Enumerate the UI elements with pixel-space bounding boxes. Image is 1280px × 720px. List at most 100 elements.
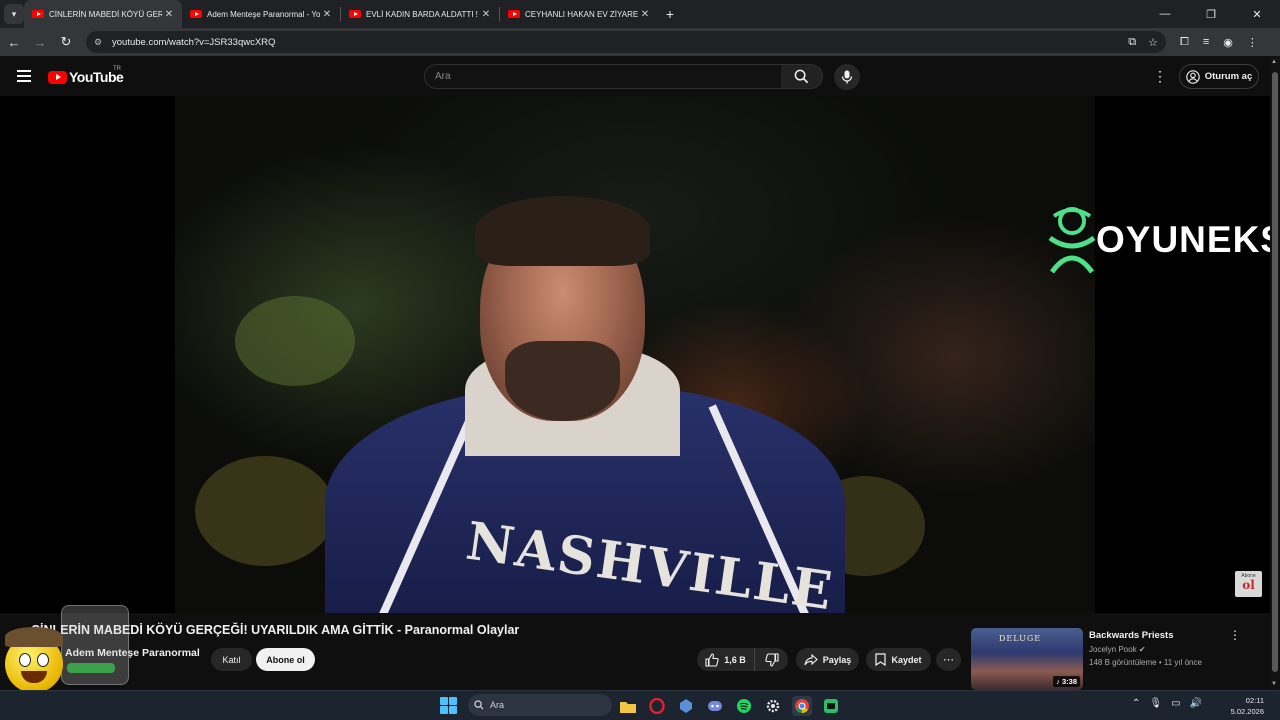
microphone-tray-icon[interactable]: 🎙: [1149, 698, 1162, 709]
search-icon: [794, 69, 809, 84]
app-green-icon[interactable]: [821, 696, 841, 716]
network-icon[interactable]: ▭: [1171, 698, 1180, 709]
emoji-eye: [19, 653, 31, 667]
settings-menu-icon[interactable]: ⋮: [1152, 68, 1168, 85]
youtube-header: YouTube TR Ara ⋮ Oturum aç: [0, 56, 1270, 96]
emoji-hat: [5, 627, 63, 647]
scrollbar-thumb[interactable]: [1272, 72, 1278, 672]
subscribe-watermark-button[interactable]: Abone ol: [1235, 571, 1262, 597]
tab-adem-mentese[interactable]: Adem Menteşe Paranormal - Yo ✕: [182, 0, 340, 28]
tab-title: CEYHANLI HAKAN EV ZİYARETİ: [525, 9, 638, 19]
close-window-icon[interactable]: ✕: [1234, 0, 1280, 28]
browser-tab-strip: ▾ CİNLERİN MABEDİ KÖYÜ GERÇ ✕ Adem Mente…: [0, 0, 1280, 28]
site-info-icon[interactable]: ⚙: [94, 37, 106, 48]
clock-date: 5.02.2026: [1230, 707, 1264, 716]
window-controls: — ❐ ✕: [1142, 0, 1280, 28]
windows-start-icon[interactable]: [440, 697, 457, 714]
app-icon[interactable]: [676, 696, 696, 716]
microphone-icon: [841, 70, 853, 84]
settings-gear-icon[interactable]: [763, 696, 783, 716]
file-explorer-icon[interactable]: [618, 696, 638, 716]
new-tab-icon[interactable]: +: [658, 6, 682, 22]
save-button[interactable]: Kaydet: [866, 648, 931, 671]
url-text: youtube.com/watch?v=JSR33qwcXRQ: [112, 36, 276, 48]
youtube-logo[interactable]: YouTube TR: [48, 66, 124, 85]
search-placeholder: Ara: [435, 71, 451, 82]
spotify-icon[interactable]: [734, 696, 754, 716]
taskbar-search[interactable]: Ara: [468, 694, 612, 716]
tab-evli-kadin[interactable]: EVLİ KADIN BARDA ALDATTI ! ✕: [341, 0, 499, 28]
duration-text: 3:38: [1061, 677, 1077, 686]
sign-in-button[interactable]: Oturum aç: [1179, 64, 1259, 89]
oyuneks-logo-icon: [1048, 207, 1096, 274]
voice-search-button[interactable]: [834, 64, 860, 90]
url-field[interactable]: ⚙ youtube.com/watch?v=JSR33qwcXRQ ⧉ ☆: [86, 31, 1166, 53]
thumbnail-text: DELUGE: [999, 634, 1042, 643]
opera-icon[interactable]: [647, 696, 667, 716]
browser-menu-icon[interactable]: ⋮: [1247, 36, 1258, 49]
tab-title: Adem Menteşe Paranormal - Yo: [207, 9, 320, 19]
volume-icon[interactable]: 🔊: [1190, 698, 1202, 709]
minimize-icon[interactable]: —: [1142, 0, 1188, 28]
more-actions-button[interactable]: ⋯: [936, 648, 961, 671]
tab-title: EVLİ KADIN BARDA ALDATTI !: [366, 9, 478, 19]
tab-close-icon[interactable]: ✕: [162, 9, 176, 20]
share-label: Paylaş: [822, 654, 852, 665]
dislike-button[interactable]: [755, 648, 788, 671]
save-label: Kaydet: [891, 654, 922, 665]
video-frame: NASHVILLE: [175, 96, 1095, 613]
forward-icon[interactable]: →: [28, 30, 52, 54]
youtube-favicon-icon: [349, 10, 361, 18]
back-icon[interactable]: ←: [2, 30, 26, 54]
taskbar-clock[interactable]: 02:11 5.02.2026: [1231, 695, 1264, 717]
foliage: [235, 296, 355, 386]
recommended-title[interactable]: Backwards Priests: [1089, 630, 1174, 641]
menu-icon[interactable]: [17, 70, 31, 82]
search-icon: [474, 700, 484, 710]
like-dislike-group: 1,6 B: [697, 648, 788, 671]
tab-ceyhanli-hakan[interactable]: CEYHANLI HAKAN EV ZİYARETİ ✕: [500, 0, 658, 28]
chrome-icon[interactable]: [792, 696, 812, 716]
tab-close-icon[interactable]: ✕: [638, 9, 652, 20]
cast-icon[interactable]: ⧉: [1128, 36, 1136, 49]
share-button[interactable]: Paylaş: [796, 648, 859, 671]
restore-icon[interactable]: ❐: [1188, 0, 1234, 28]
tab-close-icon[interactable]: ✕: [320, 9, 334, 20]
search-button[interactable]: [781, 64, 823, 89]
recommended-thumbnail[interactable]: DELUGE ♪ 3:38: [971, 628, 1083, 690]
taskbar: Ara ⌃ 🎙 ▭ 🔊 02:11 5.02.2026: [0, 690, 1280, 720]
tray-expand-icon[interactable]: ⌃: [1132, 698, 1140, 709]
recommended-menu-icon[interactable]: ⋮: [1229, 628, 1241, 642]
omnibox-actions: ⧉ ☆: [1128, 31, 1158, 53]
subscribe-button[interactable]: Abone ol: [256, 648, 315, 671]
search-input[interactable]: Ara: [424, 64, 782, 89]
channel-watermark: OYUNEKS: [1048, 206, 1270, 274]
clock-time: 02:11: [1245, 696, 1264, 705]
video-player[interactable]: NASHVILLE OYUNEKS Abone ol: [0, 96, 1270, 613]
profile-icon[interactable]: ◉: [1223, 36, 1233, 49]
extensions-icon[interactable]: ⧠: [1180, 36, 1189, 49]
tab-close-icon[interactable]: ✕: [479, 9, 493, 20]
recommended-video[interactable]: DELUGE ♪ 3:38 Backwards Priests Jocelyn …: [971, 628, 1261, 690]
scroll-up-icon[interactable]: ▲: [1271, 59, 1277, 65]
taskbar-search-placeholder: Ara: [490, 700, 505, 710]
address-bar-row: ← → ↻ ⚙ youtube.com/watch?v=JSR33qwcXRQ …: [0, 28, 1280, 56]
page-scrollbar[interactable]: ▲ ▼: [1270, 56, 1280, 690]
bookmark-star-icon[interactable]: ☆: [1148, 36, 1158, 49]
reload-icon[interactable]: ↻: [54, 30, 78, 54]
discord-icon[interactable]: [705, 696, 725, 716]
bookmark-icon: [875, 653, 887, 666]
country-code: TR: [113, 66, 121, 72]
like-button[interactable]: 1,6 B: [697, 648, 755, 671]
reading-list-icon[interactable]: ≡: [1203, 36, 1209, 48]
recommended-channel-name: Jocelyn Pook: [1089, 645, 1137, 654]
account-icon: [1185, 69, 1200, 84]
tab-title: CİNLERİN MABEDİ KÖYÜ GERÇ: [49, 9, 162, 19]
tab-cinlerin-mabedi[interactable]: CİNLERİN MABEDİ KÖYÜ GERÇ ✕: [24, 0, 182, 28]
recommended-channel[interactable]: Jocelyn Pook ✔: [1089, 645, 1146, 654]
foliage: [195, 456, 335, 566]
thumbs-down-icon: [764, 652, 779, 667]
join-button[interactable]: Katıl: [211, 648, 252, 671]
scroll-down-icon[interactable]: ▼: [1271, 681, 1277, 687]
tab-search-button[interactable]: ▾: [4, 4, 24, 24]
